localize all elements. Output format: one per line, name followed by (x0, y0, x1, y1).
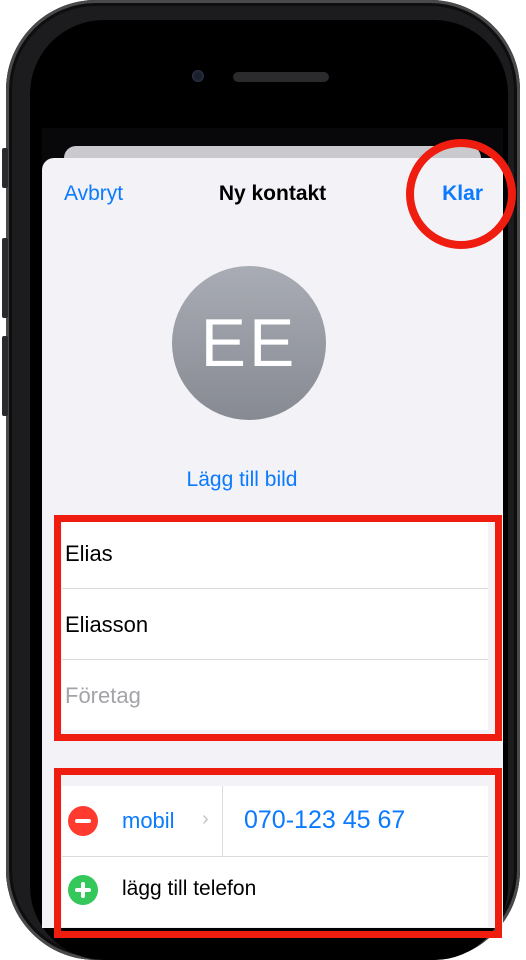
add-photo-link[interactable]: Lägg till bild (42, 468, 442, 492)
earpiece-speaker (233, 72, 329, 82)
avatar-initials: EE (200, 305, 298, 381)
volume-up-button (2, 238, 8, 318)
volume-down-button (2, 336, 8, 416)
highlight-box-phone-fields (54, 768, 502, 938)
highlight-box-name-fields (54, 515, 502, 741)
mute-switch (2, 148, 8, 188)
avatar[interactable]: EE (172, 266, 326, 420)
front-camera (192, 70, 204, 82)
highlight-circle-done-button (406, 139, 516, 249)
